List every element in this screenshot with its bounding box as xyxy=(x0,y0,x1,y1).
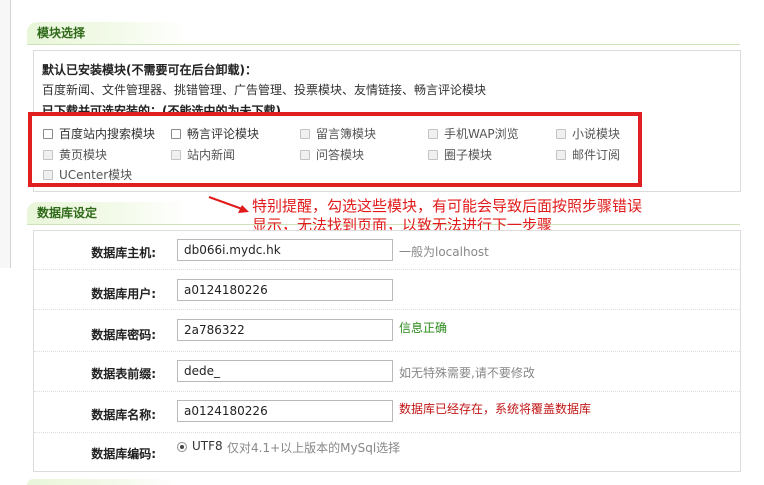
checkbox xyxy=(556,128,566,139)
checkbox-label: 黄页模块 xyxy=(59,148,108,162)
checkbox-label: 圈子模块 xyxy=(444,148,493,162)
checkbox xyxy=(300,149,310,160)
module-checkbox-site-news: 站内新闻 xyxy=(171,146,235,163)
db-host-input[interactable] xyxy=(177,239,393,261)
module-section-title: 模块选择 xyxy=(37,26,86,40)
db-row-encoding: 数据库编码: UTF8 仅对4.1+以上版本的MySql选择 xyxy=(34,432,740,470)
checkbox xyxy=(171,149,181,160)
db-prefix-input[interactable] xyxy=(177,360,393,382)
default-modules-list: 百度新闻、文件管理器、挑错管理、广告管理、投票模块、友情链接、畅言评论模块 xyxy=(42,83,487,97)
warning-line-1: 特别提醒，勾选这些模块，有可能会导致后面按照步骤错误 xyxy=(252,197,643,215)
db-row-name: 数据库名称: 数据库已经存在，系统将覆盖数据库 xyxy=(34,391,740,433)
checkbox xyxy=(43,169,53,180)
utf8-radio[interactable] xyxy=(177,442,187,452)
module-section-header: 模块选择 xyxy=(27,22,187,44)
module-checkbox-group: 圈子模块 xyxy=(428,146,492,163)
db-host-hint: 一般为localhost xyxy=(399,245,489,259)
page-left-border xyxy=(0,0,11,268)
db-password-label: 数据库密码: xyxy=(91,328,156,342)
warning-arrow-icon xyxy=(208,196,249,213)
module-checkbox-mail: 邮件订阅 xyxy=(556,146,620,163)
checkbox xyxy=(428,149,438,160)
utf8-option-label[interactable]: UTF8 xyxy=(192,439,223,453)
module-checkbox-yellowpage: 黄页模块 xyxy=(43,146,107,163)
db-password-hint: 信息正确 xyxy=(399,321,448,335)
db-host-label: 数据库主机: xyxy=(91,246,156,260)
checkbox-label: UCenter模块 xyxy=(59,168,133,182)
db-section-header: 数据库设定 xyxy=(27,202,187,224)
module-highlight-box: 百度站内搜索模块 畅言评论模块 留言簿模块 手机WAP浏览 小说模块 黄页模块 … xyxy=(28,112,642,187)
default-modules-title: 默认已安装模块(不需要可在后台卸载)： xyxy=(42,63,257,77)
checkbox xyxy=(300,128,310,139)
db-prefix-label: 数据表前缀: xyxy=(91,367,156,381)
db-row-user: 数据库用户: xyxy=(34,269,740,310)
checkbox[interactable] xyxy=(171,128,181,139)
module-section-rule xyxy=(27,44,740,45)
db-row-host: 数据库主机: 一般为localhost xyxy=(34,231,740,270)
module-checkbox-ucenter: UCenter模块 xyxy=(43,166,132,183)
db-user-input[interactable] xyxy=(177,279,393,301)
module-checkbox-baidu-search[interactable]: 百度站内搜索模块 xyxy=(43,125,155,142)
db-encoding-label: 数据库编码: xyxy=(91,447,156,461)
db-name-hint: 数据库已经存在，系统将覆盖数据库 xyxy=(399,402,592,416)
checkbox-label: 小说模块 xyxy=(572,127,621,141)
checkbox-label: 畅言评论模块 xyxy=(187,127,260,141)
checkbox-label: 邮件订阅 xyxy=(572,148,621,162)
module-checkbox-ask: 问答模块 xyxy=(300,146,364,163)
db-user-label: 数据库用户: xyxy=(91,287,156,301)
module-checkbox-novel: 小说模块 xyxy=(556,125,620,142)
module-checkbox-guestbook: 留言簿模块 xyxy=(300,125,376,142)
module-checkbox-changyan[interactable]: 畅言评论模块 xyxy=(171,125,259,142)
checkbox xyxy=(43,149,53,160)
db-prefix-hint: 如无特殊需要,请不要修改 xyxy=(399,366,535,380)
checkbox-label: 留言簿模块 xyxy=(316,127,377,141)
checkbox-label: 百度站内搜索模块 xyxy=(59,127,156,141)
checkbox xyxy=(428,128,438,139)
checkbox-label: 问答模块 xyxy=(316,148,365,162)
checkbox[interactable] xyxy=(43,128,53,139)
checkbox-label: 手机WAP浏览 xyxy=(444,127,519,141)
db-row-password: 数据库密码: 信息正确 xyxy=(34,309,740,352)
db-section-title: 数据库设定 xyxy=(37,206,98,220)
db-row-prefix: 数据表前缀: 如无特殊需要,请不要修改 xyxy=(34,351,740,392)
db-password-input[interactable] xyxy=(177,319,393,341)
next-section-header-edge xyxy=(27,479,177,485)
encoding-note: 仅对4.1+以上版本的MySql选择 xyxy=(227,441,401,455)
module-checkbox-wap: 手机WAP浏览 xyxy=(428,125,519,142)
checkbox-label: 站内新闻 xyxy=(187,148,236,162)
db-name-label: 数据库名称: xyxy=(91,408,156,422)
db-settings-panel: 数据库主机: 一般为localhost 数据库用户: 数据库密码: 信息正确 数… xyxy=(33,230,741,472)
db-name-input[interactable] xyxy=(177,400,393,422)
checkbox xyxy=(556,149,566,160)
